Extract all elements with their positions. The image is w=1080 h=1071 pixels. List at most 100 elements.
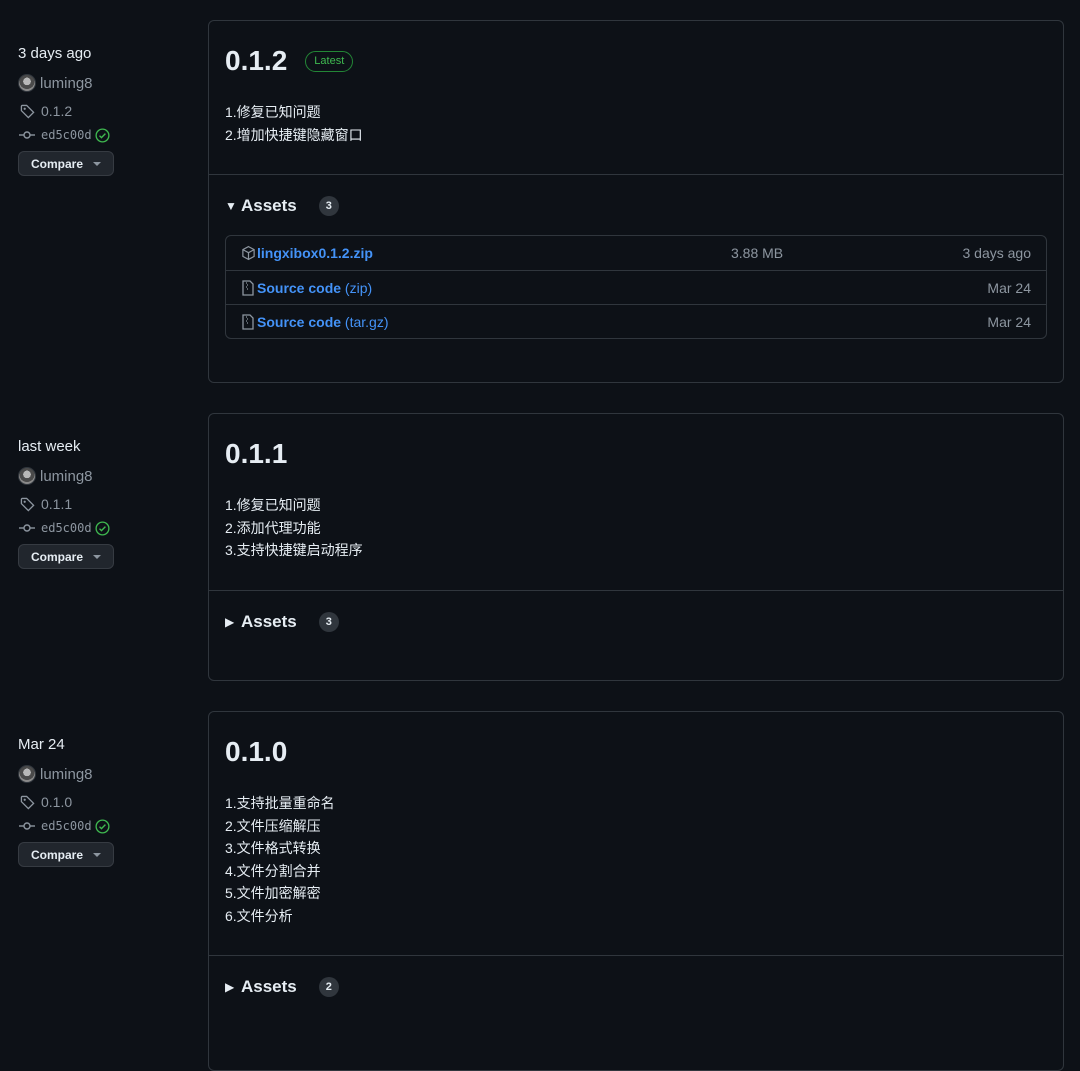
assets-label: Assets <box>241 977 297 996</box>
note-line: 1.修复已知问题 <box>225 497 321 513</box>
tag-icon <box>18 495 36 513</box>
assets-section: ▼ Assets 3 lingxibox0.1.2.zip 3.88 MB 3 … <box>209 175 1063 339</box>
tag-icon <box>18 102 36 120</box>
asset-row: Source code (tar.gz) Mar 24 <box>226 304 1046 338</box>
tag-name: 0.1.1 <box>41 496 73 512</box>
triangle-right-icon: ▶ <box>225 614 235 629</box>
chevron-down-icon <box>93 161 102 166</box>
assets-label: Assets <box>241 611 297 631</box>
asset-suffix: (zip) <box>344 279 373 296</box>
release-sidebar: last week luming8 0.1.1 ed5c00d Compare <box>18 436 188 569</box>
note-line: 3.支持快捷键启动程序 <box>225 542 363 558</box>
commit-link[interactable]: ed5c00d <box>18 816 188 836</box>
release-date: Mar 24 <box>18 736 65 753</box>
release-date: 3 days ago <box>18 45 92 62</box>
asset-row: Source code (zip) Mar 24 <box>226 270 1046 304</box>
latest-badge: Latest <box>305 50 354 72</box>
assets-toggle[interactable]: ▶ Assets 3 <box>225 609 1047 635</box>
avatar <box>18 74 36 92</box>
author-link[interactable]: luming8 <box>18 764 188 784</box>
note-line: 3.文件格式转换 <box>225 840 321 856</box>
author-name: luming8 <box>40 467 93 485</box>
tag-name: 0.1.2 <box>41 103 73 119</box>
assets-toggle[interactable]: ▶ Assets 2 <box>225 974 1047 1000</box>
compare-button[interactable]: Compare <box>18 842 115 867</box>
compare-button[interactable]: Compare <box>18 544 115 569</box>
chevron-down-icon <box>93 852 102 857</box>
assets-section: ▶ Assets 2 <box>209 956 1063 1000</box>
note-line: 1.修复已知问题 <box>225 104 321 120</box>
asset-date: Mar 24 <box>987 279 1031 296</box>
commit-icon <box>18 817 36 835</box>
compare-button[interactable]: Compare <box>18 151 115 176</box>
release-title[interactable]: 0.1.1 <box>225 438 287 470</box>
tag-link[interactable]: 0.1.0 <box>18 792 188 812</box>
chevron-down-icon <box>93 554 102 559</box>
release-card: 0.1.1 1.修复已知问题 2.添加代理功能 3.支持快捷键启动程序 ▶ As… <box>208 413 1064 681</box>
tag-link[interactable]: 0.1.2 <box>18 101 188 121</box>
commit-icon <box>18 519 36 537</box>
note-line: 5.文件加密解密 <box>225 885 321 901</box>
release-card: 0.1.0 1.支持批量重命名 2.文件压缩解压 3.文件格式转换 4.文件分割… <box>208 711 1064 1071</box>
verified-check-icon <box>95 520 110 536</box>
note-line: 2.文件压缩解压 <box>225 817 321 834</box>
release-notes: 1.支持批量重命名 2.文件压缩解压 3.文件格式转换 4.文件分割合并 5.文… <box>225 792 1047 955</box>
note-line: 2.添加代理功能 <box>225 519 321 536</box>
note-line: 2.增加快捷键隐藏窗口 <box>225 126 363 143</box>
asset-link[interactable]: lingxibox0.1.2.zip <box>241 245 731 261</box>
commit-link[interactable]: ed5c00d <box>18 125 188 145</box>
release-notes: 1.修复已知问题 2.增加快捷键隐藏窗口 <box>225 101 1047 174</box>
asset-name: lingxibox0.1.2.zip <box>257 245 373 261</box>
asset-suffix: (tar.gz) <box>344 313 389 330</box>
asset-row: lingxibox0.1.2.zip 3.88 MB 3 days ago <box>226 236 1046 270</box>
tag-icon <box>18 793 36 811</box>
assets-toggle[interactable]: ▼ Assets 3 <box>225 193 1047 219</box>
tag-link[interactable]: 0.1.1 <box>18 494 188 514</box>
assets-count: 3 <box>318 611 339 632</box>
release-sidebar: Mar 24 luming8 0.1.0 ed5c00d Compare <box>18 734 188 867</box>
verified-check-icon <box>95 127 110 143</box>
assets-list: lingxibox0.1.2.zip 3.88 MB 3 days ago So… <box>225 235 1047 339</box>
commit-sha: ed5c00d <box>41 128 92 142</box>
triangle-down-icon: ▼ <box>225 199 237 213</box>
asset-link[interactable]: Source code (tar.gz) <box>241 314 731 330</box>
avatar <box>18 467 36 485</box>
release-card: 0.1.2 Latest 1.修复已知问题 2.增加快捷键隐藏窗口 ▼ Asse… <box>208 20 1064 383</box>
author-link[interactable]: luming8 <box>18 466 188 486</box>
asset-name: Source code <box>257 313 342 330</box>
avatar <box>18 765 36 783</box>
asset-date: Mar 24 <box>987 313 1031 330</box>
assets-label: Assets <box>241 196 297 215</box>
author-name: luming8 <box>40 765 93 783</box>
package-icon <box>241 245 257 261</box>
assets-count: 3 <box>318 196 339 216</box>
triangle-right-icon: ▶ <box>225 980 235 994</box>
assets-count: 2 <box>318 977 339 997</box>
asset-name: Source code <box>257 279 342 296</box>
release-date: last week <box>18 438 81 455</box>
release-title[interactable]: 0.1.2 <box>225 45 287 77</box>
commit-sha: ed5c00d <box>41 521 92 535</box>
compare-label: Compare <box>31 156 84 171</box>
verified-check-icon <box>95 818 110 834</box>
release-title[interactable]: 0.1.0 <box>225 736 287 768</box>
author-link[interactable]: luming8 <box>18 73 188 93</box>
asset-link[interactable]: Source code (zip) <box>241 280 731 296</box>
release-sidebar: 3 days ago luming8 0.1.2 ed5c00d Compare <box>18 43 188 176</box>
compare-label: Compare <box>31 549 84 564</box>
commit-link[interactable]: ed5c00d <box>18 518 188 538</box>
asset-size: 3.88 MB <box>731 245 784 261</box>
tag-name: 0.1.0 <box>41 794 73 810</box>
commit-icon <box>18 126 36 144</box>
commit-sha: ed5c00d <box>41 819 92 833</box>
file-zip-icon <box>241 279 257 296</box>
assets-section: ▶ Assets 3 <box>209 591 1063 635</box>
note-line: 6.文件分析 <box>225 907 293 924</box>
release-notes: 1.修复已知问题 2.添加代理功能 3.支持快捷键启动程序 <box>225 494 1047 590</box>
file-zip-icon <box>241 313 257 330</box>
note-line: 4.文件分割合并 <box>225 862 321 879</box>
asset-date: 3 days ago <box>962 245 1032 261</box>
compare-label: Compare <box>31 847 84 862</box>
author-name: luming8 <box>40 74 93 92</box>
note-line: 1.支持批量重命名 <box>225 795 335 811</box>
